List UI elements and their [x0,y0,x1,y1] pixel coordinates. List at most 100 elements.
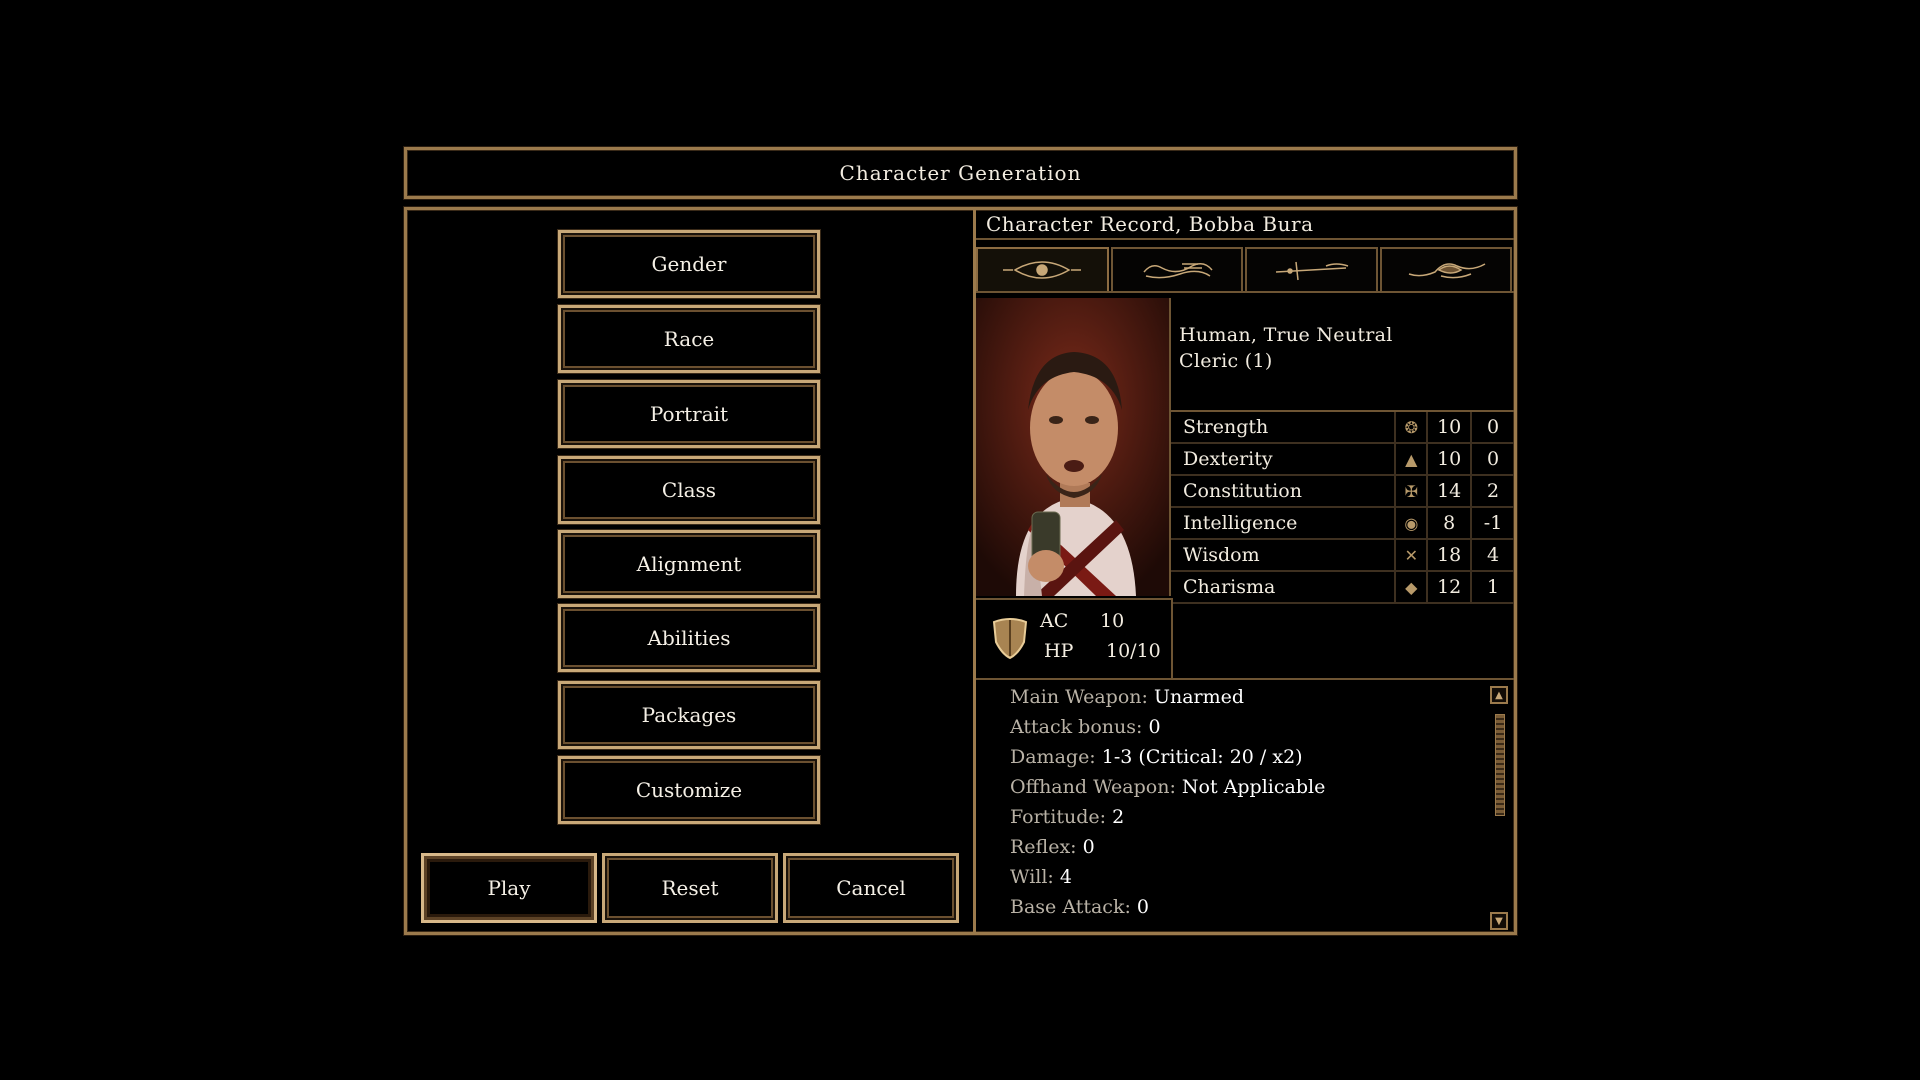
intelligence-icon: ◉ [1396,508,1429,538]
race-alignment-text: Human, True Neutral [1179,324,1393,346]
stat-value: 4 [1059,866,1072,888]
ac-value: 10 [1100,610,1125,632]
ability-modifier: -1 [1483,512,1503,534]
scroll-down-icon[interactable]: ▼ [1490,912,1508,930]
combat-stats: Main Weapon: Unarmed Attack bonus: 0 Dam… [976,678,1514,936]
reset-button[interactable]: Reset [602,853,778,923]
dexterity-icon: ▲ [1396,444,1429,474]
ability-score: 18 [1428,540,1473,570]
ability-modifier: 0 [1487,416,1500,438]
stats-scrollbar[interactable]: ▲ ▼ [1490,686,1508,930]
alignment-button[interactable]: Alignment [558,530,820,598]
cancel-button[interactable]: Cancel [783,853,959,923]
window-title: Character Generation [839,161,1082,185]
play-label: Play [487,876,531,900]
record-title: Character Record, Bobba Bura [976,210,1514,240]
gender-button[interactable]: Gender [558,230,820,298]
customize-label: Customize [635,778,743,802]
ability-name: Charisma [1171,572,1397,602]
class-label: Class [661,478,717,502]
ability-table: Strength ❂ 10 0 Dexterity ▲ 10 0 Constit… [1171,410,1514,604]
ability-row: Strength ❂ 10 0 [1171,412,1514,444]
title-bar: Character Generation [404,147,1517,199]
ability-row: Constitution ✠ 14 2 [1171,476,1514,508]
ability-name: Wisdom [1171,540,1397,570]
ability-modifier: 1 [1487,576,1500,598]
ability-row: Wisdom ✕ 18 4 [1171,540,1514,572]
play-button[interactable]: Play [421,853,597,923]
stat-value: 2 [1112,806,1125,828]
ability-modifier: 0 [1487,448,1500,470]
class-button[interactable]: Class [558,456,820,524]
character-portrait [976,298,1171,596]
portrait-button[interactable]: Portrait [558,380,820,448]
record-tabs [976,247,1514,293]
ability-name: Dexterity [1171,444,1397,474]
alignment-label: Alignment [636,552,742,576]
ability-name: Strength [1171,412,1397,442]
race-button[interactable]: Race [558,305,820,373]
shield-icon [992,618,1028,660]
stat-line: Offhand Weapon: Not Applicable [1010,772,1325,802]
ability-score: 12 [1428,572,1473,602]
stat-line: Reflex: 0 [1010,832,1095,862]
stat-key: Reflex: [1010,836,1077,858]
stat-line: Main Weapon: Unarmed [1010,682,1244,712]
class-level-text: Cleric (1) [1179,350,1273,372]
stat-line: Base Attack: 0 [1010,892,1149,922]
stat-value: 0 [1136,896,1150,918]
hp-label: HP [1044,640,1074,662]
race-label: Race [663,327,715,351]
stat-value: 1-3 (Critical: 20 / x2) [1101,746,1303,768]
stat-value: 0 [1148,716,1161,738]
packages-label: Packages [641,703,737,727]
wing-tab-icon[interactable] [1379,247,1512,291]
ability-score: 10 [1428,444,1473,474]
ability-name: Constitution [1171,476,1397,506]
strength-icon: ❂ [1396,412,1429,442]
record-title-text: Character Record, Bobba Bura [986,212,1314,236]
wisdom-icon: ✕ [1396,540,1429,570]
ability-row: Dexterity ▲ 10 0 [1171,444,1514,476]
cancel-label: Cancel [836,876,906,900]
charisma-icon: ◆ [1396,572,1429,602]
ability-row: Charisma ◆ 12 1 [1171,572,1514,604]
stat-value: Unarmed [1153,686,1245,708]
sword-tab-icon[interactable] [1245,247,1378,291]
stat-key: Fortitude: [1010,806,1107,828]
stat-line: Damage: 1-3 (Critical: 20 / x2) [1010,742,1303,772]
stat-key: Base Attack: [1010,896,1131,918]
stat-key: Attack bonus: [1010,716,1143,738]
scroll-thumb[interactable] [1495,714,1505,816]
constitution-icon: ✠ [1396,476,1429,506]
gender-label: Gender [651,252,727,276]
abilities-button[interactable]: Abilities [558,604,820,672]
abilities-label: Abilities [647,626,731,650]
ability-row: Intelligence ◉ 8 -1 [1171,508,1514,540]
scroll-up-icon[interactable]: ▲ [1490,686,1508,704]
ac-label: AC [1040,610,1069,632]
stat-line: Attack bonus: 0 [1010,712,1161,742]
stat-key: Damage: [1010,746,1096,768]
stat-key: Will: [1010,866,1054,888]
ability-modifier: 2 [1487,480,1500,502]
packages-button[interactable]: Packages [558,681,820,749]
stat-line: Fortitude: 2 [1010,802,1124,832]
scroll-tab-icon[interactable] [1110,247,1243,291]
ability-name: Intelligence [1171,508,1397,538]
character-description: Human, True Neutral Cleric (1) [1179,322,1509,374]
stat-key: Offhand Weapon: [1010,776,1176,798]
hp-value: 10/10 [1106,640,1161,662]
stat-line: Will: 4 [1010,862,1072,892]
portrait-label: Portrait [649,402,729,426]
ability-modifier: 4 [1487,544,1500,566]
reset-label: Reset [661,876,719,900]
stat-key: Main Weapon: [1010,686,1148,708]
eye-tab-icon[interactable] [976,247,1109,291]
stat-value: Not Applicable [1181,776,1326,798]
ability-score: 14 [1428,476,1473,506]
ability-score: 8 [1428,508,1473,538]
stat-value: 0 [1082,836,1095,858]
customize-button[interactable]: Customize [558,756,820,824]
ac-hp-panel: AC 10 HP 10/10 [976,598,1173,678]
